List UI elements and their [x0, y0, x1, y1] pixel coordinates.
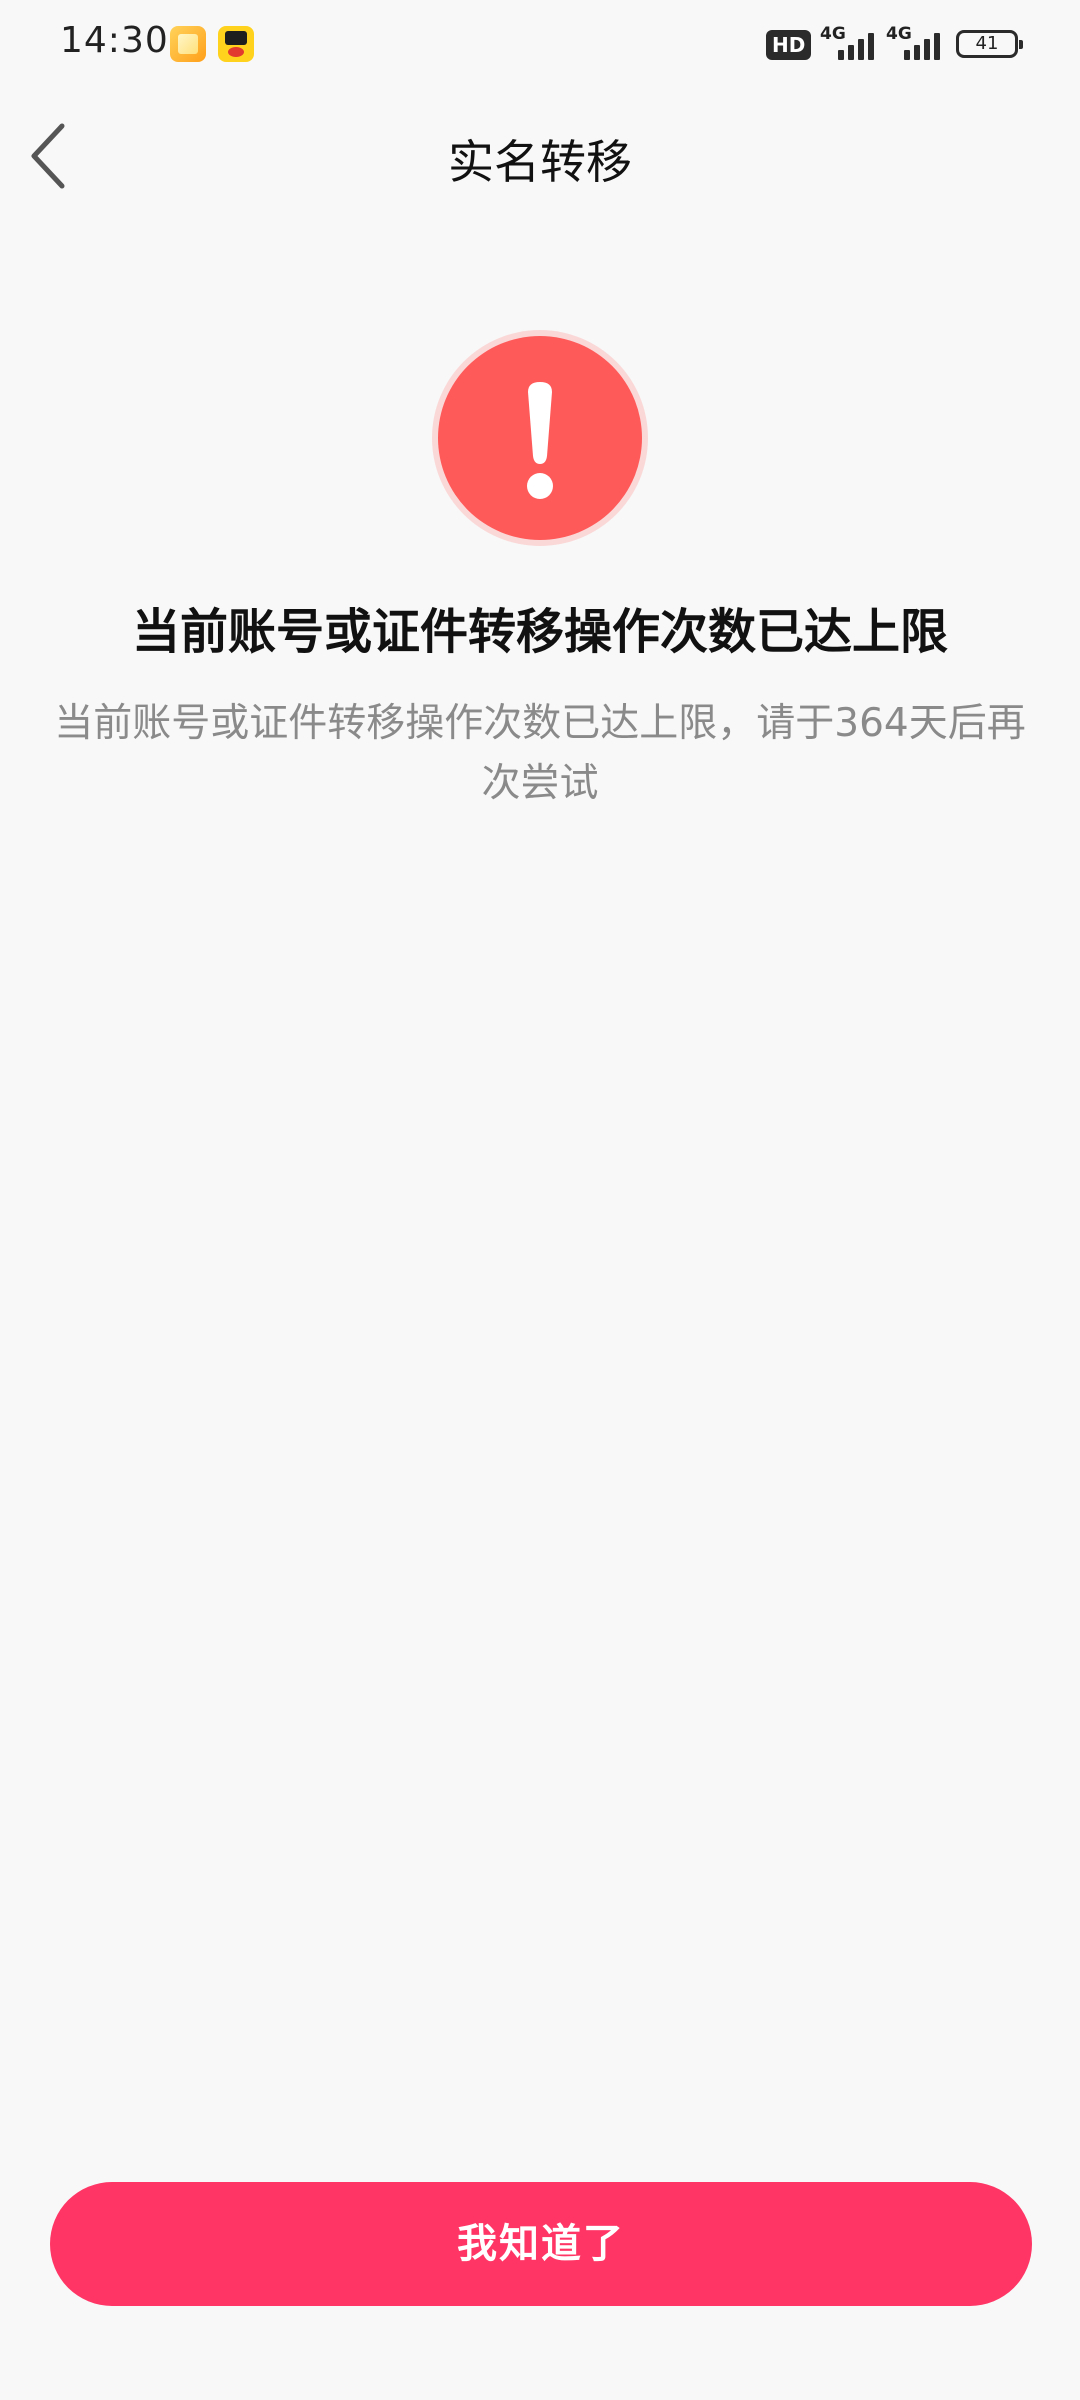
status-time: 14:30: [60, 20, 169, 61]
confirm-button[interactable]: 我知道了: [50, 2182, 1032, 2306]
screen: 14:30 HD 4G 4G 41 实名转移 当前账号或证件转移操作次数已达上限…: [0, 0, 1080, 2400]
gallery-app-icon: [170, 26, 206, 62]
signal-strength-icon: [824, 30, 880, 60]
nav-bar: 实名转移: [0, 96, 1080, 216]
battery-icon: 41: [956, 30, 1023, 58]
signal-strength-icon: [890, 30, 946, 60]
kids-app-icon: [218, 26, 254, 62]
result-description: 当前账号或证件转移操作次数已达上限，请于364天后再次尝试: [54, 701, 1026, 806]
alert-icon-ring: [432, 330, 648, 546]
status-bar: 14:30 HD 4G 4G 41: [0, 0, 1080, 96]
battery-level: 41: [975, 33, 999, 54]
hd-voice-badge: HD: [766, 30, 812, 60]
alert-exclamation-icon: [438, 336, 642, 540]
result-title: 当前账号或证件转移操作次数已达上限: [131, 604, 948, 660]
page-title: 实名转移: [448, 135, 632, 189]
